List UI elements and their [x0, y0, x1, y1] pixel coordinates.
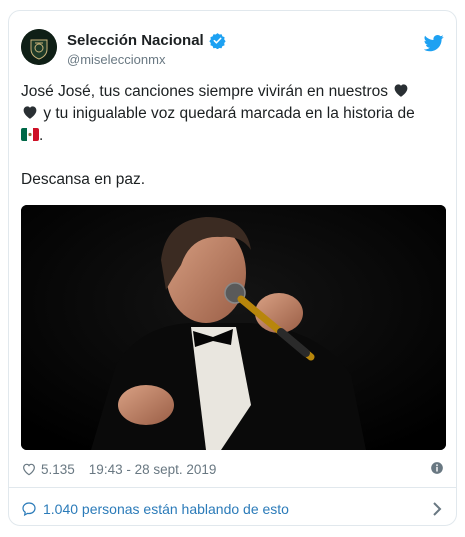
- mexico-flag-emoji: [21, 128, 39, 141]
- like-action[interactable]: 5.135: [21, 461, 75, 477]
- conversation-link[interactable]: 1.040 personas están hablando de esto: [21, 498, 444, 520]
- tweet-line-1: José José, tus canciones siempre vivirán…: [21, 83, 389, 100]
- tweet-header: Selección Nacional @miseleccionmx: [21, 29, 444, 77]
- tweet-line-3-end: .: [39, 127, 44, 144]
- speech-bubble-icon: [22, 502, 36, 517]
- tweet-photo[interactable]: [21, 205, 446, 450]
- tweet-meta: 5.135 19:43 - 28 sept. 2019: [21, 459, 444, 479]
- heart-icon[interactable]: [21, 461, 37, 477]
- account-handle[interactable]: @miseleccionmx: [67, 52, 165, 67]
- tweet-timestamp[interactable]: 19:43 - 28 sept. 2019: [89, 462, 217, 477]
- twitter-bird-icon[interactable]: [424, 33, 444, 53]
- black-heart-emoji: [394, 84, 408, 97]
- divider: [9, 487, 456, 488]
- tweet-line-2: y tu inigualable voz quedará marcada en …: [43, 105, 415, 122]
- tweet-text: José José, tus canciones siempre vivirán…: [21, 81, 446, 191]
- info-icon[interactable]: [430, 461, 444, 475]
- verified-badge-icon: [209, 33, 226, 49]
- account-avatar[interactable]: [21, 29, 57, 65]
- seleccion-crest-icon: [21, 29, 57, 65]
- tweet-line-4: Descansa en paz.: [21, 171, 146, 188]
- like-count: 5.135: [41, 461, 75, 477]
- chevron-right-icon[interactable]: [432, 502, 442, 516]
- account-name[interactable]: Selección Nacional: [67, 32, 204, 49]
- tweet-card: Selección Nacional @miseleccionmx José J…: [8, 10, 457, 526]
- name-row: Selección Nacional: [67, 32, 226, 49]
- conversation-text[interactable]: 1.040 personas están hablando de esto: [43, 501, 289, 517]
- black-heart-emoji: [23, 106, 37, 119]
- singer-photo-image: [21, 205, 446, 450]
